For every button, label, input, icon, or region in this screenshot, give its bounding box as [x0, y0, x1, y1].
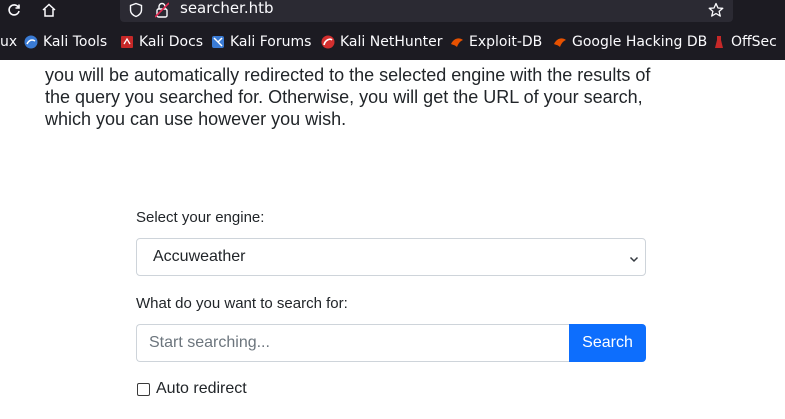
bookmark-label: Exploit-DB: [469, 34, 543, 50]
shield-icon[interactable]: [128, 0, 144, 20]
engine-select[interactable]: Accuweather: [136, 238, 646, 276]
query-label: What do you want to search for:: [136, 295, 348, 312]
bookmark-kali-forums[interactable]: Kali Forums: [211, 24, 311, 60]
home-icon[interactable]: [40, 0, 58, 20]
auto-redirect-checkbox[interactable]: [137, 383, 150, 396]
bookmark-google-hacking-db[interactable]: Google Hacking DB: [553, 24, 707, 60]
engine-label: Select your engine:: [136, 209, 265, 226]
offsec-icon: [712, 35, 726, 49]
exploit-db-icon: [450, 35, 464, 49]
intro-line: which you can use however you wish.: [45, 109, 347, 129]
browser-toolbar: searcher.htb: [0, 0, 785, 24]
insecure-lock-icon[interactable]: [154, 0, 170, 20]
bookmark-kali-nethunter[interactable]: Kali NetHunter: [321, 24, 442, 60]
kali-nethunter-icon: [321, 35, 335, 49]
bookmark-label: Kali Forums: [230, 34, 312, 50]
reload-icon[interactable]: [6, 0, 22, 20]
kali-tools-icon: [24, 35, 38, 49]
search-button[interactable]: Search: [569, 324, 646, 362]
intro-paragraph: you will be automatically redirected to …: [45, 64, 735, 130]
url-text[interactable]: searcher.htb: [180, 0, 274, 16]
bookmark-label: OffSec: [731, 34, 777, 50]
bookmark-offsec[interactable]: OffSec: [712, 24, 777, 60]
auto-redirect-label[interactable]: Auto redirect: [156, 380, 247, 398]
bookmark-folder[interactable]: ux: [0, 24, 17, 60]
intro-line: the query you searched for. Otherwise, y…: [45, 87, 643, 107]
intro-line: you will be automatically redirected to …: [45, 65, 651, 85]
bookmark-label: ux: [0, 34, 18, 50]
bookmark-exploit-db[interactable]: Exploit-DB: [450, 24, 542, 60]
bookmark-label: Kali Docs: [139, 34, 204, 50]
search-input[interactable]: Start searching...: [136, 324, 569, 362]
chevron-down-icon: [629, 251, 639, 269]
bookmark-kali-docs[interactable]: Kali Docs: [120, 24, 203, 60]
bookmark-kali-tools[interactable]: Kali Tools: [24, 24, 107, 60]
ghdb-icon: [553, 35, 567, 49]
url-bar[interactable]: searcher.htb: [120, 0, 733, 22]
kali-forums-icon: [211, 35, 225, 49]
kali-docs-icon: [120, 35, 134, 49]
bookmarks-bar: ux Kali Tools Kali Docs Kali Forums Kali…: [0, 24, 785, 60]
intro-viewport: you will be automatically redirected to …: [0, 60, 785, 140]
bookmark-label: Google Hacking DB: [572, 34, 708, 50]
engine-select-value: Accuweather: [153, 248, 246, 265]
bookmark-star-icon[interactable]: [708, 0, 724, 20]
search-input-placeholder: Start searching...: [149, 334, 270, 351]
bookmark-label: Kali NetHunter: [340, 34, 443, 50]
bookmark-label: Kali Tools: [43, 34, 108, 50]
